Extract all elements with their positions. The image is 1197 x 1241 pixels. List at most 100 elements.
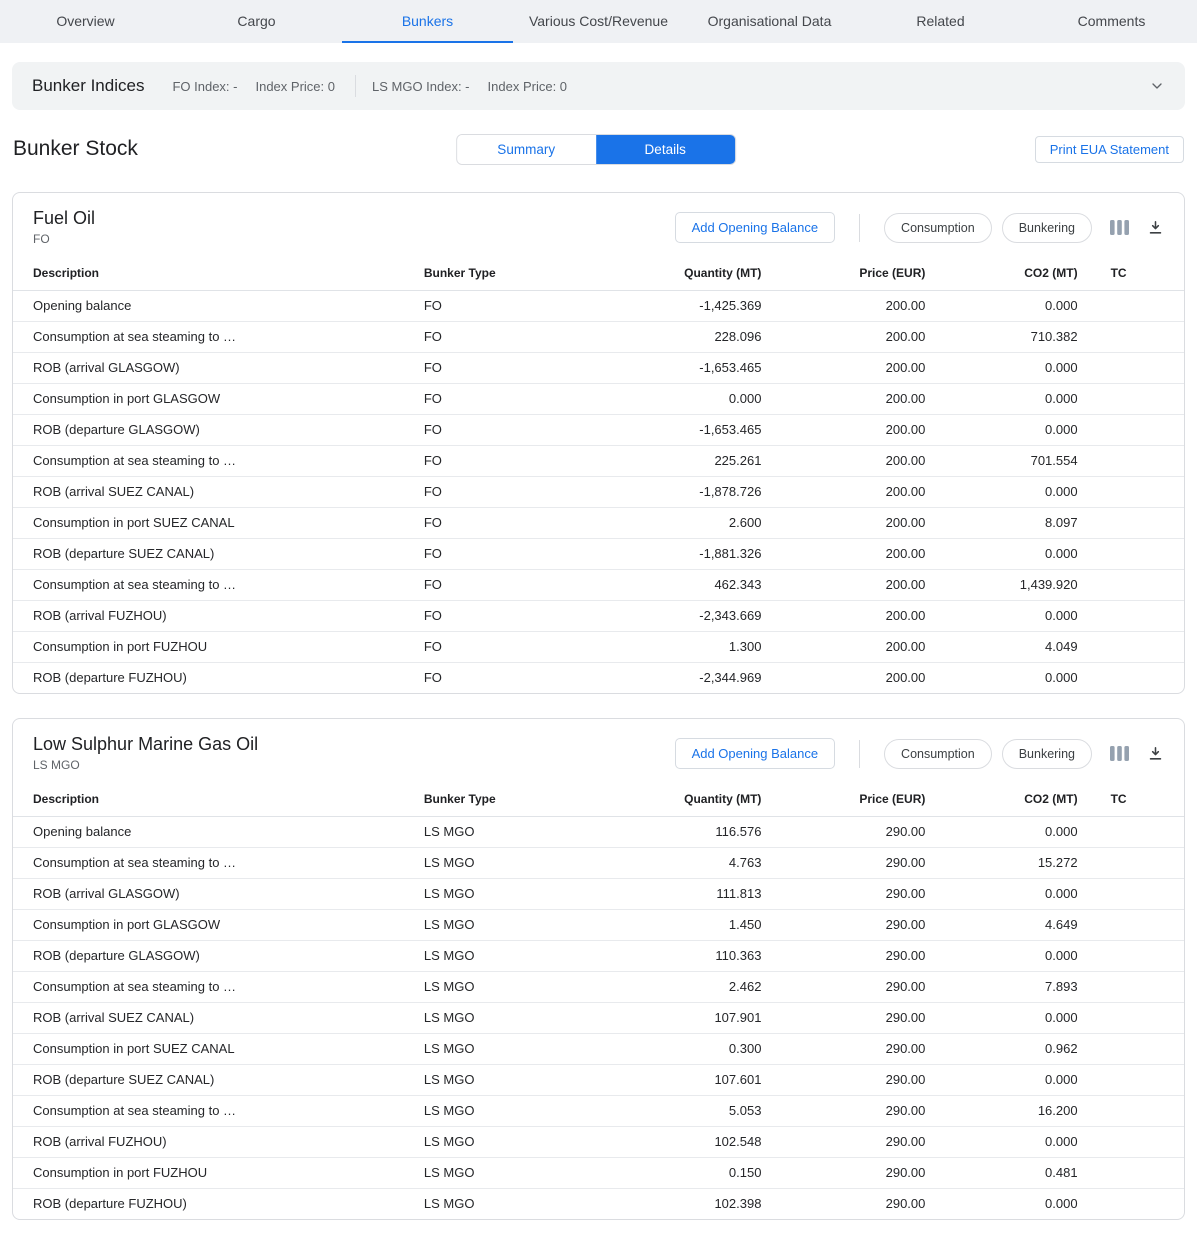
- table-row[interactable]: ROB (arrival FUZHOU)LS MGO102.548290.000…: [13, 1126, 1184, 1157]
- table-row[interactable]: Consumption in port SUEZ CANALFO2.600200…: [13, 507, 1184, 538]
- tab-various-cost-revenue[interactable]: Various Cost/Revenue: [513, 0, 684, 43]
- tab-bunkers[interactable]: Bunkers: [342, 0, 513, 43]
- card-title-block: Low Sulphur Marine Gas Oil LS MGO: [33, 734, 258, 772]
- table-row[interactable]: ROB (arrival GLASGOW)LS MGO111.813290.00…: [13, 878, 1184, 909]
- table-row[interactable]: Consumption at sea steaming to …FO228.09…: [13, 321, 1184, 352]
- cell-co2: 0.000: [926, 383, 1078, 414]
- cell-tc: [1079, 909, 1184, 940]
- divider: [859, 214, 860, 242]
- table-row[interactable]: Consumption in port GLASGOWFO0.000200.00…: [13, 383, 1184, 414]
- table-row[interactable]: ROB (departure SUEZ CANAL)LS MGO107.6012…: [13, 1064, 1184, 1095]
- cell-co2: 0.000: [926, 1064, 1078, 1095]
- cell-quantity: 1.300: [622, 631, 763, 662]
- tab-related[interactable]: Related: [855, 0, 1026, 43]
- table-row[interactable]: Consumption in port GLASGOWLS MGO1.45029…: [13, 909, 1184, 940]
- cell-co2: 7.893: [926, 971, 1078, 1002]
- table-row[interactable]: ROB (departure SUEZ CANAL)FO-1,881.32620…: [13, 538, 1184, 569]
- table-row[interactable]: Consumption in port FUZHOUFO1.300200.004…: [13, 631, 1184, 662]
- cell-bunker-type: FO: [423, 321, 622, 352]
- cell-description: Consumption at sea steaming to …: [13, 971, 423, 1002]
- cell-quantity: 2.600: [622, 507, 763, 538]
- cell-tc: [1079, 414, 1184, 445]
- table-row[interactable]: ROB (departure GLASGOW)FO-1,653.465200.0…: [13, 414, 1184, 445]
- cell-co2: 0.000: [926, 538, 1078, 569]
- table-row[interactable]: Consumption in port SUEZ CANALLS MGO0.30…: [13, 1033, 1184, 1064]
- cell-co2: 8.097: [926, 507, 1078, 538]
- table-row[interactable]: Consumption at sea steaming to …LS MGO5.…: [13, 1095, 1184, 1126]
- table-row[interactable]: Consumption at sea steaming to …FO462.34…: [13, 569, 1184, 600]
- add-opening-balance-button[interactable]: Add Opening Balance: [675, 738, 835, 769]
- summary-toggle-button[interactable]: Summary: [457, 135, 596, 164]
- cell-quantity: 107.901: [622, 1002, 763, 1033]
- chevron-down-icon[interactable]: [1149, 78, 1165, 94]
- table-row[interactable]: Consumption at sea steaming to …LS MGO2.…: [13, 971, 1184, 1002]
- cell-co2: 0.000: [926, 878, 1078, 909]
- cell-tc: [1079, 321, 1184, 352]
- cell-bunker-type: LS MGO: [423, 847, 622, 878]
- details-toggle-button[interactable]: Details: [596, 135, 735, 164]
- col-header-price: Price (EUR): [762, 782, 926, 816]
- cell-price: 200.00: [762, 476, 926, 507]
- download-icon[interactable]: [1147, 745, 1164, 762]
- table-row[interactable]: ROB (arrival SUEZ CANAL)FO-1,878.726200.…: [13, 476, 1184, 507]
- cell-tc: [1079, 383, 1184, 414]
- bunker-indices-title: Bunker Indices: [32, 76, 144, 96]
- table-row[interactable]: Consumption at sea steaming to …FO225.26…: [13, 445, 1184, 476]
- download-icon[interactable]: [1147, 219, 1164, 236]
- columns-icon[interactable]: [1110, 746, 1129, 761]
- consumption-button[interactable]: Consumption: [884, 213, 992, 243]
- tab-cargo[interactable]: Cargo: [171, 0, 342, 43]
- table-row[interactable]: ROB (departure FUZHOU)FO-2,344.969200.00…: [13, 662, 1184, 693]
- cell-bunker-type: LS MGO: [423, 1095, 622, 1126]
- cell-bunker-type: FO: [423, 352, 622, 383]
- table-row[interactable]: ROB (arrival FUZHOU)FO-2,343.669200.000.…: [13, 600, 1184, 631]
- add-opening-balance-button[interactable]: Add Opening Balance: [675, 212, 835, 243]
- cell-description: Consumption in port GLASGOW: [13, 383, 423, 414]
- cell-description: ROB (arrival FUZHOU): [13, 600, 423, 631]
- cell-co2: 0.000: [926, 940, 1078, 971]
- cell-quantity: 110.363: [622, 940, 763, 971]
- cell-price: 200.00: [762, 507, 926, 538]
- cell-description: ROB (departure SUEZ CANAL): [13, 538, 423, 569]
- cell-description: Consumption in port FUZHOU: [13, 631, 423, 662]
- table-row[interactable]: ROB (arrival GLASGOW)FO-1,653.465200.000…: [13, 352, 1184, 383]
- table-row[interactable]: Consumption at sea steaming to …LS MGO4.…: [13, 847, 1184, 878]
- table-row[interactable]: Consumption in port FUZHOULS MGO0.150290…: [13, 1157, 1184, 1188]
- card-actions: Add Opening Balance Consumption Bunkerin…: [675, 738, 1164, 769]
- cell-price: 200.00: [762, 445, 926, 476]
- cell-bunker-type: LS MGO: [423, 971, 622, 1002]
- tab-overview[interactable]: Overview: [0, 0, 171, 43]
- table-row[interactable]: ROB (departure GLASGOW)LS MGO110.363290.…: [13, 940, 1184, 971]
- cell-price: 200.00: [762, 569, 926, 600]
- col-header-price: Price (EUR): [762, 256, 926, 290]
- lsmgo-index-price-value: Index Price: 0: [488, 79, 568, 94]
- col-header-quantity: Quantity (MT): [622, 782, 763, 816]
- columns-icon[interactable]: [1110, 220, 1129, 235]
- cell-quantity: 102.398: [622, 1188, 763, 1219]
- col-header-bunker-type: Bunker Type: [423, 782, 622, 816]
- table-row[interactable]: ROB (departure FUZHOU)LS MGO102.398290.0…: [13, 1188, 1184, 1219]
- cell-quantity: 0.300: [622, 1033, 763, 1064]
- consumption-button[interactable]: Consumption: [884, 739, 992, 769]
- cell-price: 290.00: [762, 1157, 926, 1188]
- print-eua-statement-button[interactable]: Print EUA Statement: [1035, 136, 1184, 163]
- cell-tc: [1079, 940, 1184, 971]
- tab-organisational-data[interactable]: Organisational Data: [684, 0, 855, 43]
- cell-description: ROB (arrival SUEZ CANAL): [13, 476, 423, 507]
- table-row[interactable]: Opening balanceFO-1,425.369200.000.000: [13, 290, 1184, 321]
- tab-comments[interactable]: Comments: [1026, 0, 1197, 43]
- cell-description: Consumption in port FUZHOU: [13, 1157, 423, 1188]
- table-row[interactable]: Opening balanceLS MGO116.576290.000.000: [13, 816, 1184, 847]
- card-title-block: Fuel Oil FO: [33, 208, 95, 246]
- col-header-co2: CO2 (MT): [926, 782, 1078, 816]
- bunkering-button[interactable]: Bunkering: [1002, 213, 1092, 243]
- cell-co2: 4.049: [926, 631, 1078, 662]
- card-header: Fuel Oil FO Add Opening Balance Consumpt…: [13, 193, 1184, 256]
- bunkering-button[interactable]: Bunkering: [1002, 739, 1092, 769]
- table-row[interactable]: ROB (arrival SUEZ CANAL)LS MGO107.901290…: [13, 1002, 1184, 1033]
- cell-co2: 1,439.920: [926, 569, 1078, 600]
- cell-description: ROB (departure GLASGOW): [13, 940, 423, 971]
- cell-tc: [1079, 538, 1184, 569]
- cell-co2: 0.000: [926, 476, 1078, 507]
- cell-bunker-type: FO: [423, 414, 622, 445]
